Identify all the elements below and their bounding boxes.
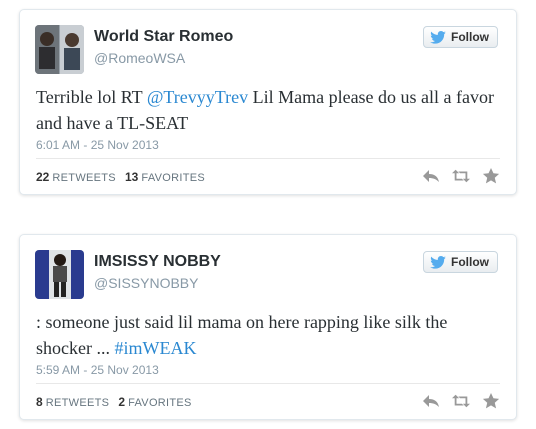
user-handle[interactable]: @SISSYNOBBY <box>94 275 198 291</box>
avatar[interactable] <box>35 25 84 74</box>
reply-icon[interactable] <box>422 168 440 184</box>
hashtag-link[interactable]: #imWEAK <box>114 338 196 358</box>
tweet-text-part: : someone just said lil mama on here rap… <box>36 312 448 358</box>
favorites-count[interactable]: 13 <box>125 170 138 184</box>
mention-link[interactable]: @TrevyyTrev <box>147 87 248 107</box>
tweet-text-part: Terrible lol RT <box>36 87 147 107</box>
tweet-text: : someone just said lil mama on here rap… <box>36 309 506 361</box>
favorite-star-icon[interactable] <box>482 393 500 409</box>
tweet-actions <box>422 168 500 184</box>
retweets-label[interactable]: RETWEETS <box>52 172 116 184</box>
user-handle[interactable]: @RomeoWSA <box>94 50 185 66</box>
retweet-icon[interactable] <box>452 168 470 184</box>
tweet-text: Terrible lol RT @TrevyyTrev Lil Mama ple… <box>36 84 506 136</box>
favorites-count[interactable]: 2 <box>118 395 125 409</box>
tweet-card: World Star Romeo @RomeoWSA Follow Terrib… <box>19 9 517 195</box>
divider <box>36 158 500 159</box>
divider <box>36 383 500 384</box>
follow-button[interactable]: Follow <box>423 251 498 273</box>
follow-label: Follow <box>451 255 489 269</box>
retweets-count[interactable]: 22 <box>36 170 49 184</box>
display-name[interactable]: IMSISSY NOBBY <box>94 253 221 271</box>
tweet-card: IMSISSY NOBBY @SISSYNOBBY Follow : someo… <box>19 234 517 420</box>
tweet-stats: 8 RETWEETS 2 FAVORITES <box>36 395 198 409</box>
retweets-count[interactable]: 8 <box>36 395 43 409</box>
timestamp[interactable]: 6:01 AM - 25 Nov 2013 <box>36 138 159 152</box>
timestamp[interactable]: 5:59 AM - 25 Nov 2013 <box>36 363 159 377</box>
tweet-stats: 22 RETWEETS 13 FAVORITES <box>36 170 211 184</box>
favorite-star-icon[interactable] <box>482 168 500 184</box>
twitter-bird-icon <box>430 30 446 44</box>
retweets-label[interactable]: RETWEETS <box>46 397 110 409</box>
reply-icon[interactable] <box>422 393 440 409</box>
tweet-actions <box>422 393 500 409</box>
follow-button[interactable]: Follow <box>423 26 498 48</box>
retweet-icon[interactable] <box>452 393 470 409</box>
avatar[interactable] <box>35 250 84 299</box>
follow-label: Follow <box>451 30 489 44</box>
favorites-label[interactable]: FAVORITES <box>141 172 205 184</box>
twitter-bird-icon <box>430 255 446 269</box>
display-name[interactable]: World Star Romeo <box>94 28 233 46</box>
favorites-label[interactable]: FAVORITES <box>128 397 192 409</box>
